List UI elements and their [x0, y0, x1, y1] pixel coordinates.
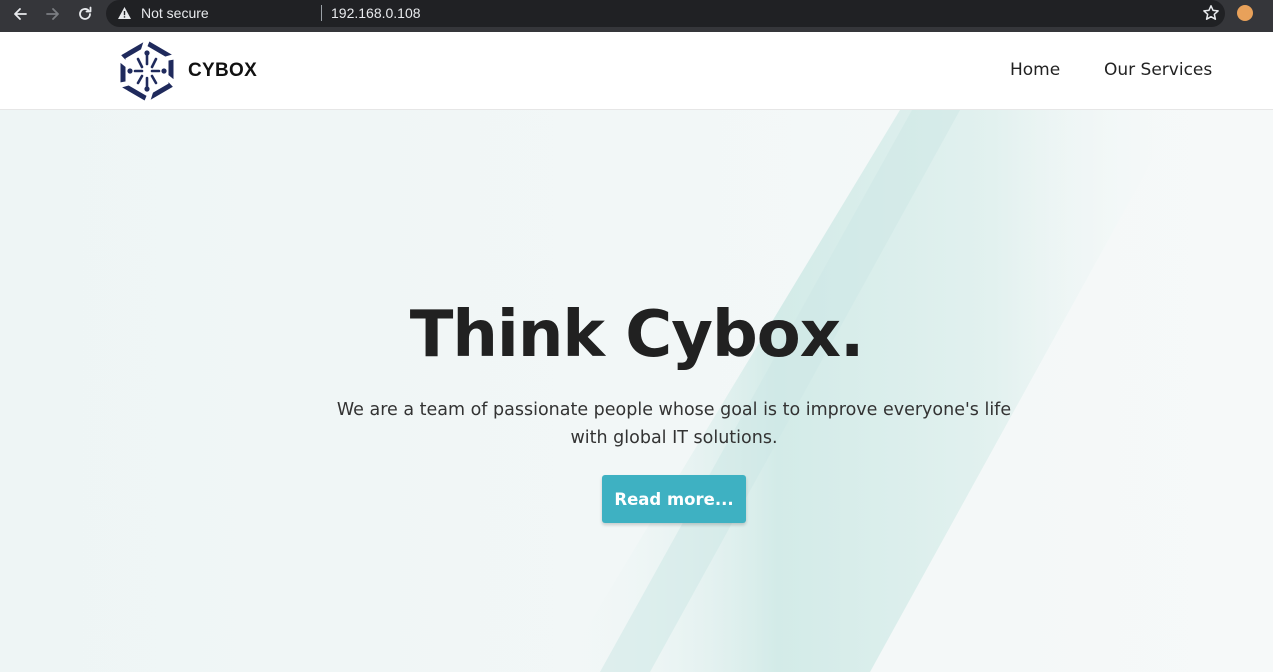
address-divider — [321, 5, 322, 21]
forward-button[interactable] — [43, 4, 63, 24]
address-bar[interactable]: Not secure 192.168.0.108 — [106, 0, 1225, 27]
warning-triangle-icon[interactable] — [117, 6, 132, 20]
reload-icon — [79, 6, 92, 20]
cybox-logo-icon[interactable] — [117, 40, 177, 102]
arrow-right-icon — [46, 8, 59, 20]
nav-home-link[interactable]: Home — [1010, 60, 1060, 80]
profile-avatar-icon[interactable] — [1237, 5, 1253, 21]
url-text[interactable]: 192.168.0.108 — [331, 5, 421, 21]
security-status-label[interactable]: Not secure — [141, 5, 209, 21]
nav-our-services-link[interactable]: Our Services — [1104, 60, 1212, 80]
back-button[interactable] — [10, 4, 30, 24]
reload-button[interactable] — [75, 4, 95, 24]
star-icon[interactable] — [1202, 4, 1220, 22]
hero-description: We are a team of passionate people whose… — [336, 400, 1012, 448]
hero-title: Think Cybox. — [409, 298, 865, 372]
read-more-button[interactable]: Read more... — [602, 475, 746, 523]
brand-name[interactable]: CYBOX — [188, 60, 257, 82]
hero-section: Think Cybox. We are a team of passionate… — [0, 110, 1273, 672]
arrow-left-icon — [14, 8, 27, 20]
browser-toolbar: Not secure 192.168.0.108 — [0, 0, 1273, 32]
hero-background — [0, 110, 1273, 672]
site-header: CYBOX Home Our Services — [0, 32, 1273, 110]
